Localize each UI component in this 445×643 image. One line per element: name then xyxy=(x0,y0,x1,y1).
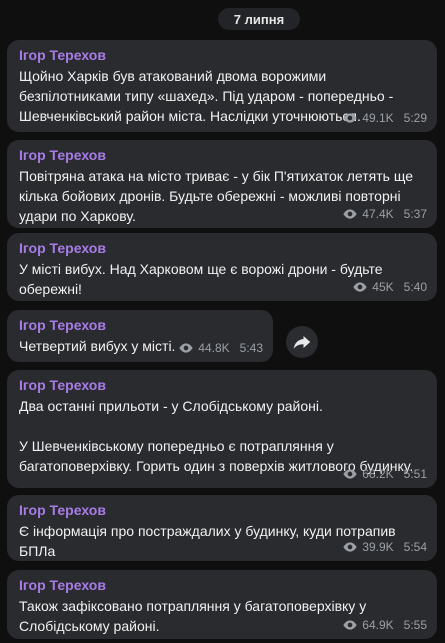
message-author[interactable]: Ігор Терехов xyxy=(19,239,425,257)
message-meta: 68.2K 5:51 xyxy=(342,467,427,481)
forward-button[interactable] xyxy=(286,326,318,358)
message-text: Два останні прильоти - у Слобідському ра… xyxy=(19,398,414,474)
view-count: 64.9K xyxy=(362,618,394,632)
message-author[interactable]: Ігор Терехов xyxy=(19,46,425,64)
view-count: 44.8K xyxy=(198,341,230,355)
message-time: 5:29 xyxy=(403,111,427,125)
message-meta: 64.9K 5:55 xyxy=(342,618,427,632)
eye-icon xyxy=(343,113,357,123)
message-time: 5:51 xyxy=(403,467,427,481)
message-bubble[interactable]: Ігор Терехов У місті вибух. Над Харковом… xyxy=(7,233,437,301)
message-meta: 47.4K 5:37 xyxy=(342,207,427,221)
share-arrow-icon xyxy=(293,336,311,349)
eye-icon xyxy=(343,469,357,479)
message-author[interactable]: Ігор Терехов xyxy=(19,146,425,164)
eye-icon xyxy=(179,343,193,353)
view-count: 49.1K xyxy=(362,111,394,125)
message-meta: 49.1K 5:29 xyxy=(342,111,427,125)
message-meta: 39.9K 5:54 xyxy=(342,540,427,554)
message-author[interactable]: Ігор Терехов xyxy=(19,376,425,394)
message-bubble[interactable]: Ігор Терехов Повітряна атака на місто тр… xyxy=(7,140,437,228)
message-time: 5:43 xyxy=(239,341,263,355)
message-bubble[interactable]: Ігор Терехов Два останні прильоти - у Сл… xyxy=(7,370,437,488)
eye-icon xyxy=(343,620,357,630)
message-bubble[interactable]: Ігор Терехов Щойно Харків був атакований… xyxy=(7,40,437,132)
view-count: 68.2K xyxy=(362,467,394,481)
message-author[interactable]: Ігор Терехов xyxy=(19,316,261,334)
message-meta: 44.8K 5:43 xyxy=(178,341,263,355)
date-separator: 7 липня xyxy=(218,8,300,30)
message-time: 5:55 xyxy=(403,618,427,632)
eye-icon xyxy=(343,542,357,552)
message-time: 5:54 xyxy=(403,540,427,554)
message-bubble[interactable]: Ігор Терехов Четвертий вибух у місті. 44… xyxy=(7,310,273,362)
eye-icon xyxy=(343,209,357,219)
eye-icon xyxy=(353,282,367,292)
message-bubble[interactable]: Ігор Терехов Також зафіксовано потраплян… xyxy=(7,570,437,639)
view-count: 45K xyxy=(372,280,394,294)
message-author[interactable]: Ігор Терехов xyxy=(19,501,425,519)
message-meta: 45K 5:40 xyxy=(352,280,427,294)
message-time: 5:37 xyxy=(403,207,427,221)
view-count: 47.4K xyxy=(362,207,394,221)
message-time: 5:40 xyxy=(403,280,427,294)
message-author[interactable]: Ігор Терехов xyxy=(19,576,425,594)
message-bubble[interactable]: Ігор Терехов Є інформація про постраждал… xyxy=(7,495,437,561)
view-count: 39.9K xyxy=(362,540,394,554)
